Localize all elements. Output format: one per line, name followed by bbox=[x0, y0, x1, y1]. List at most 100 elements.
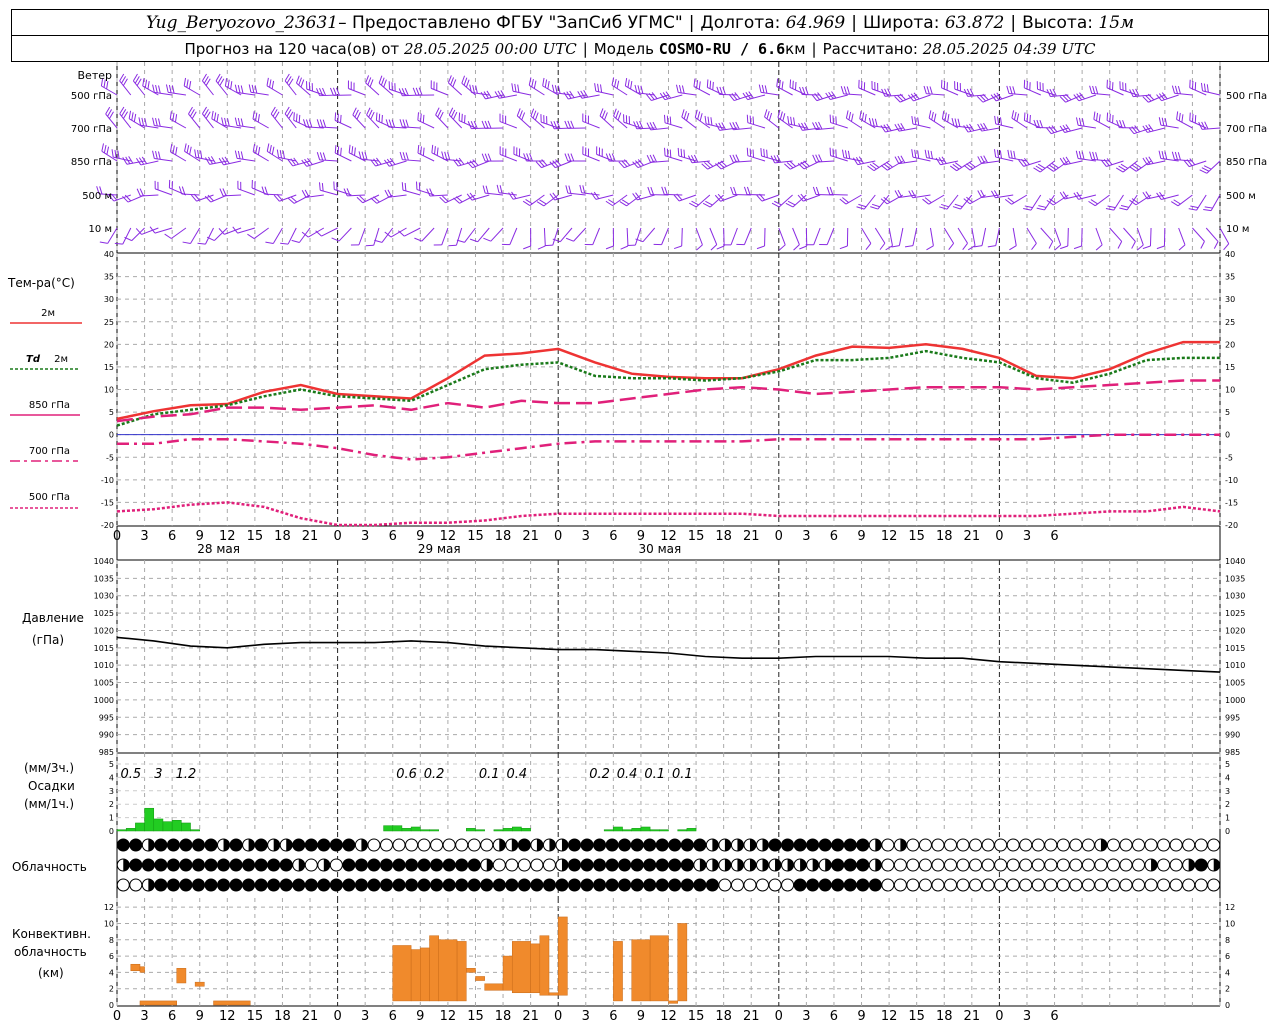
wind-barb-flag bbox=[321, 183, 324, 192]
wind-barb-flag bbox=[1039, 119, 1044, 128]
temp-ytick-right: 25 bbox=[1225, 318, 1235, 327]
wind-barb bbox=[358, 227, 366, 246]
conv-ytick: 2 bbox=[109, 985, 114, 994]
cloud-symbol-half bbox=[499, 839, 506, 851]
wind-barb-flag bbox=[1203, 83, 1206, 92]
cloud-symbol bbox=[166, 838, 180, 852]
wind-barb bbox=[1136, 227, 1144, 246]
conv-bar bbox=[438, 939, 458, 1002]
precip-annotation: 3 bbox=[154, 767, 162, 782]
wind-barb-flag bbox=[351, 146, 354, 155]
wind-barb-flag bbox=[917, 150, 920, 159]
temp-xtick: 0 bbox=[333, 529, 341, 544]
wind-barb-flag bbox=[448, 107, 454, 116]
wind-barb bbox=[813, 227, 821, 245]
cloud-symbol bbox=[981, 838, 995, 852]
wind-barb-flag bbox=[1178, 112, 1181, 121]
temp-ytick-right: -10 bbox=[1225, 476, 1238, 485]
wind-barb-flag bbox=[941, 203, 949, 208]
wind-barb-flag bbox=[712, 81, 714, 90]
cloud-symbol bbox=[994, 858, 1008, 872]
wind-barb-flag bbox=[234, 117, 238, 126]
temp-xtick: 21 bbox=[743, 529, 760, 544]
wind-barb-flag bbox=[841, 149, 845, 158]
conv-xtick: 6 bbox=[389, 1009, 397, 1024]
wind-barb-flag bbox=[402, 119, 406, 128]
wind-barb-flag bbox=[696, 244, 703, 251]
pres-ytick: 1040 bbox=[94, 557, 114, 566]
wind-barb-flag bbox=[702, 202, 711, 208]
cloud-symbol bbox=[442, 878, 456, 892]
cloud-symbol bbox=[630, 858, 644, 872]
temp-xtick: 21 bbox=[522, 529, 539, 544]
temp-ytick-right: -5 bbox=[1225, 453, 1233, 462]
wind-barb-flag bbox=[1199, 169, 1208, 174]
cloud-symbol bbox=[1194, 838, 1208, 852]
wind-barb-flag bbox=[669, 149, 672, 158]
cloud-symbol bbox=[969, 878, 983, 892]
wind-barb-flag bbox=[1203, 208, 1212, 212]
conv-xtick: 15 bbox=[467, 1009, 484, 1024]
wind-barb-flag bbox=[1109, 113, 1111, 122]
wind-barb bbox=[778, 227, 786, 245]
cloud-symbol bbox=[229, 858, 243, 872]
wind-barb-flag bbox=[793, 244, 800, 251]
wind-barb-flag bbox=[997, 116, 1000, 125]
wind-barb-flag bbox=[200, 150, 203, 159]
cloud-symbol bbox=[166, 878, 180, 892]
wind-barb-flag bbox=[716, 245, 725, 250]
conv-xtick: 12 bbox=[440, 1009, 457, 1024]
cloud-symbol bbox=[730, 878, 744, 892]
wind-level-label-right: 10 м bbox=[1226, 224, 1249, 235]
conv-bar bbox=[213, 1000, 251, 1006]
cloud-symbol bbox=[931, 878, 945, 892]
wind-barb-flag bbox=[496, 184, 500, 193]
temp-xtick: 6 bbox=[389, 529, 397, 544]
wind-barb-flag bbox=[749, 148, 752, 157]
cloud-symbol bbox=[329, 838, 343, 852]
pres-ytick-right: 1015 bbox=[1225, 644, 1245, 653]
wind-barb-flag bbox=[627, 79, 630, 88]
wind-barb-flag bbox=[1190, 205, 1199, 209]
cloud-symbol bbox=[1006, 858, 1020, 872]
wind-barb-flag bbox=[369, 79, 374, 88]
wind-barb-flag bbox=[760, 147, 763, 157]
cloud-symbol bbox=[1006, 878, 1020, 892]
wind-barb-flag bbox=[484, 153, 489, 162]
cloud-symbol-half bbox=[511, 839, 518, 851]
wind-barb-flag bbox=[680, 148, 683, 157]
wind-barb-flag bbox=[354, 109, 359, 118]
wind-barb-flag bbox=[681, 85, 685, 94]
cloud-symbol bbox=[530, 858, 544, 872]
cloud-symbol bbox=[267, 878, 281, 892]
pressure-label: Давление bbox=[22, 611, 84, 625]
cloud-symbol-half bbox=[900, 839, 907, 851]
precip-annotation: 0.5 bbox=[120, 767, 141, 782]
conv-bar bbox=[548, 992, 559, 996]
wind-label: Ветер bbox=[78, 69, 112, 82]
precip-ytick-right: 1 bbox=[1225, 814, 1230, 823]
wind-barb-flag bbox=[219, 188, 224, 197]
conv-xtick: 3 bbox=[361, 1009, 369, 1024]
wind-barb-flag bbox=[301, 231, 309, 238]
wind-barb-flag bbox=[884, 88, 889, 97]
wind-barb-flag bbox=[484, 120, 489, 129]
wind-barb-flag bbox=[666, 148, 669, 157]
wind-barb-flag bbox=[152, 150, 155, 159]
conv-bar bbox=[613, 941, 623, 1002]
cloud-symbol bbox=[405, 838, 419, 852]
wind-barb-flag bbox=[864, 113, 867, 123]
wind-barb-flag bbox=[1106, 112, 1109, 121]
precip-bar bbox=[659, 829, 669, 832]
cloud-symbol-half bbox=[1188, 859, 1195, 871]
wind-barb-flag bbox=[730, 186, 734, 195]
wind-barb-flag bbox=[523, 153, 527, 162]
wind-barb-flag bbox=[874, 118, 878, 127]
wind-barb-flag bbox=[458, 112, 461, 121]
precip-bar bbox=[649, 829, 660, 832]
precip-bar bbox=[511, 826, 522, 832]
conv-xtick: 3 bbox=[1023, 1009, 1031, 1024]
conv-xtick: 12 bbox=[219, 1009, 236, 1024]
cloud-symbol-half bbox=[787, 859, 794, 871]
wind-barb-flag bbox=[1136, 244, 1144, 251]
